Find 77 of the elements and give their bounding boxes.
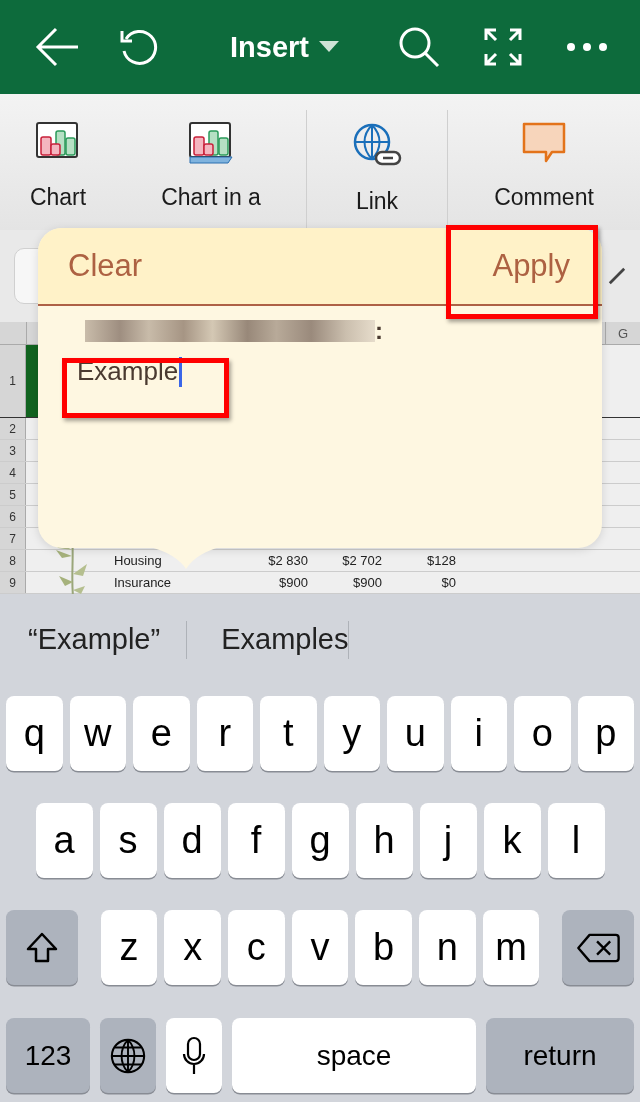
chart-sheet-icon (189, 122, 233, 164)
letter-key[interactable]: a (35, 803, 93, 878)
microphone-icon (182, 1035, 206, 1076)
row-header[interactable]: 1 (0, 345, 26, 417)
row-header[interactable]: 2 (0, 418, 26, 439)
backspace-key[interactable] (562, 910, 634, 985)
row-header[interactable]: 6 (0, 506, 26, 527)
table-cell-text: $0 (440, 575, 456, 590)
globe-link-icon (352, 122, 402, 168)
letter-key[interactable]: c (227, 910, 285, 985)
text-cursor (179, 356, 183, 387)
ribbon-button[interactable]: Link (307, 94, 447, 214)
letter-key[interactable]: m (482, 910, 540, 985)
label-colon: : (375, 317, 383, 345)
letter-key[interactable]: w (69, 696, 126, 771)
shift-key[interactable] (6, 910, 78, 985)
letter-key[interactable]: x (164, 910, 221, 985)
numbers-key[interactable]: 123 (6, 1018, 90, 1093)
more-icon[interactable] (566, 42, 608, 52)
row-header[interactable]: 3 (0, 440, 26, 461)
space-bar[interactable]: space (232, 1018, 476, 1093)
row-header[interactable]: 8 (0, 550, 26, 571)
return-key[interactable]: return (486, 1018, 634, 1093)
letter-key[interactable]: n (419, 910, 476, 985)
letter-key[interactable]: e (133, 696, 190, 771)
pencil-icon[interactable] (608, 267, 626, 285)
apply-button[interactable]: Apply (492, 248, 570, 284)
microphone-key[interactable] (166, 1018, 222, 1093)
back-arrow-icon[interactable] (34, 27, 80, 67)
letter-key[interactable]: p (577, 696, 634, 771)
column-header[interactable]: G (605, 322, 640, 344)
row-header[interactable]: 9 (0, 572, 26, 593)
shift-icon (24, 930, 59, 965)
letter-key[interactable]: y (323, 696, 380, 771)
letter-key[interactable]: k (483, 803, 541, 878)
text-input[interactable]: Example (77, 352, 183, 391)
letter-key[interactable]: u (387, 696, 444, 771)
search-icon[interactable] (398, 26, 440, 68)
letter-key[interactable]: t (260, 696, 317, 771)
letter-key[interactable]: d (163, 803, 221, 878)
table-cell: Housing (114, 553, 162, 568)
fullscreen-icon[interactable] (484, 28, 522, 66)
letter-key[interactable]: i (450, 696, 507, 771)
suggestion-item[interactable]: “Example” (28, 623, 161, 656)
table-cell-text: $900 (352, 575, 382, 590)
table-cell-text: $128 (426, 553, 456, 568)
letter-key[interactable]: r (196, 696, 253, 771)
letter-key[interactable]: j (419, 803, 477, 878)
clear-button[interactable]: Clear (68, 248, 143, 284)
letter-key[interactable]: l (547, 803, 605, 878)
letter-key[interactable]: h (355, 803, 413, 878)
backspace-icon (576, 932, 621, 963)
table-cell-text: $2 702 (341, 553, 382, 568)
row-header[interactable]: 5 (0, 484, 26, 505)
row-header[interactable]: 4 (0, 462, 26, 483)
letter-key[interactable]: s (99, 803, 157, 878)
letter-key[interactable]: f (227, 803, 285, 878)
letter-key[interactable]: b (355, 910, 413, 985)
globe-icon (109, 1036, 147, 1075)
letter-key[interactable]: o (514, 696, 571, 771)
ribbon-button[interactable]: Chart (0, 94, 116, 210)
table-cell-text: $900 (278, 575, 308, 590)
suggestion-item[interactable]: Examples (221, 623, 349, 656)
row-header[interactable]: 7 (0, 528, 26, 549)
letter-key[interactable]: q (6, 696, 63, 771)
undo-icon[interactable] (118, 27, 158, 67)
speech-bubble-icon (522, 122, 566, 164)
ribbon-button[interactable]: Chart in a (116, 94, 306, 210)
letter-key[interactable]: z (100, 910, 158, 985)
table-cell: Insurance (114, 575, 172, 590)
caret-icon (319, 41, 339, 53)
tab-menu-dropdown[interactable]: Insert (230, 30, 339, 64)
globe-key[interactable] (100, 1018, 156, 1093)
letter-key[interactable]: g (291, 803, 349, 878)
table-cell-text: $2 830 (267, 553, 308, 568)
ribbon-button[interactable]: Comment (448, 94, 640, 210)
letter-key[interactable]: v (291, 910, 349, 985)
